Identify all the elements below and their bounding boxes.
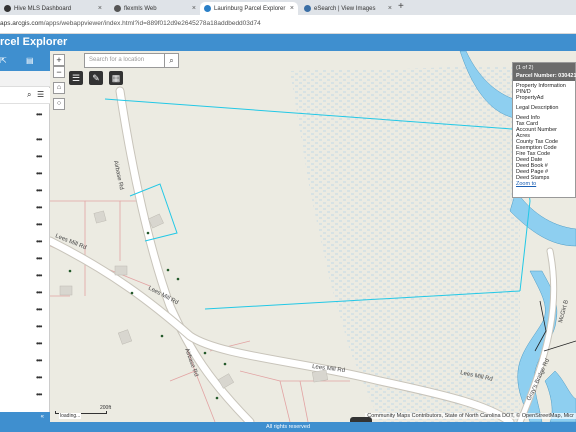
map-view[interactable]: Airbase Rd Airbase Rd Lees Mill Rd Lees … <box>50 51 576 422</box>
url-text[interactable]: aps.arcgis.com/apps/webappviewer/index.h… <box>0 20 261 27</box>
layer-panel: ⇱ ▤ ⌕ ☰ ••• ••• ••• ••• ••• ••• ••• ••• … <box>0 51 50 422</box>
panel-toolbar: ⇱ ▤ <box>0 51 50 71</box>
site-icon <box>114 5 121 12</box>
locate-icon: ○ <box>56 100 62 107</box>
tab-label: eSearch | View Images <box>314 5 376 12</box>
pencil-icon: ✎ <box>92 73 100 83</box>
draw-button[interactable]: ✎ <box>89 71 103 85</box>
panel-subheader <box>0 71 50 87</box>
search-icon: ⌕ <box>169 56 174 65</box>
parcel-lines <box>50 200 350 422</box>
close-icon[interactable]: × <box>95 5 102 12</box>
road-label-airbase-upper: Airbase Rd <box>112 160 124 190</box>
menu-icon[interactable]: ☰ <box>37 90 44 99</box>
layer-options-icon[interactable]: ••• <box>36 340 42 348</box>
close-icon[interactable]: × <box>287 5 294 12</box>
url-path: /apps/webappviewer/index.html?id=889f012… <box>43 20 261 27</box>
site-icon <box>204 5 211 12</box>
popup-header: (1 of 2) Parcel Number: 030421 0 <box>513 63 576 81</box>
zoom-in-button[interactable]: + <box>53 54 65 66</box>
tab-label: Laurinburg Parcel Explorer <box>214 5 286 12</box>
search-icon[interactable]: ⌕ <box>27 90 31 100</box>
layer-options-icon[interactable]: ••• <box>36 187 42 195</box>
layer-options-icon[interactable]: ••• <box>36 357 42 365</box>
tab-label: flexmls Web <box>124 5 157 12</box>
tab-parcel-explorer[interactable]: Laurinburg Parcel Explorer × <box>200 2 298 15</box>
app-title: rcel Explorer <box>0 36 68 48</box>
home-button[interactable]: ⌂ <box>53 82 65 94</box>
collapse-panel-button[interactable]: « <box>0 412 50 422</box>
layer-options-icon[interactable]: ••• <box>36 306 42 314</box>
road-label-mcgirt: McGirt B <box>558 299 570 323</box>
app-header: rcel Explorer <box>0 34 576 51</box>
url-host: aps.arcgis.com <box>0 20 44 27</box>
map-canvas[interactable]: Airbase Rd Airbase Rd Lees Mill Rd Lees … <box>50 51 576 422</box>
layer-options-icon[interactable]: ••• <box>36 323 42 331</box>
layer-options-icon[interactable]: ••• <box>36 221 42 229</box>
layer-options-icon[interactable]: ••• <box>36 153 42 161</box>
layer-options-icon[interactable]: ••• <box>36 136 42 144</box>
layer-options-icon[interactable]: ••• <box>36 255 42 263</box>
home-icon: ⌂ <box>56 84 62 91</box>
share-icon[interactable]: ⇱ <box>0 56 7 65</box>
list-icon: ☰ <box>71 73 81 83</box>
basemap-button[interactable]: ▦ <box>109 71 123 85</box>
zoom-to-link[interactable]: Zoom to <box>516 181 572 187</box>
map-attribution: Community Maps Contributors, State of No… <box>365 413 576 419</box>
footer-bar: All rights reserved <box>0 422 576 432</box>
layer-options-icon[interactable]: ••• <box>36 289 42 297</box>
layer-options-icon[interactable]: ••• <box>36 238 42 246</box>
grid-icon: ▦ <box>111 73 121 83</box>
tab-label: Hive MLS Dashboard <box>14 5 72 12</box>
close-icon[interactable]: × <box>189 5 196 12</box>
site-icon <box>304 5 311 12</box>
layer-list-button[interactable]: ☰ <box>69 71 83 85</box>
tab-flexmls[interactable]: flexmls Web × <box>110 2 200 15</box>
tab-esearch[interactable]: eSearch | View Images × <box>300 2 396 15</box>
document-icon[interactable]: ▤ <box>26 56 34 65</box>
popup-counter: (1 of 2) <box>516 65 534 71</box>
search-button[interactable]: ⌕ <box>164 53 179 68</box>
locate-button[interactable]: ○ <box>53 98 65 110</box>
layer-options-icon[interactable]: ••• <box>36 374 42 382</box>
site-icon <box>4 5 11 12</box>
tab-hive-mls[interactable]: Hive MLS Dashboard × <box>0 2 106 15</box>
popup-body: Property Information PIN/D PropertyAd Le… <box>513 81 575 187</box>
layer-options-icon[interactable]: ••• <box>36 170 42 178</box>
layer-options-icon[interactable]: ••• <box>36 391 42 399</box>
parcel-number: Parcel Number: 030421 0 <box>516 73 576 79</box>
loading-indicator: loading... <box>59 413 82 419</box>
layer-options-icon[interactable]: ••• <box>36 204 42 212</box>
parcel-popup[interactable]: (1 of 2) Parcel Number: 030421 0 Propert… <box>512 62 576 198</box>
layer-options-icon[interactable]: ••• <box>36 111 42 119</box>
browser-tab-bar: Hive MLS Dashboard × flexmls Web × Lauri… <box>0 0 576 15</box>
address-bar[interactable]: aps.arcgis.com/apps/webappviewer/index.h… <box>0 15 576 34</box>
layer-list-header: ⌕ ☰ <box>0 88 50 104</box>
zoom-out-button[interactable]: − <box>53 66 65 78</box>
new-tab-button[interactable]: + <box>398 1 404 12</box>
layer-options-icon[interactable]: ••• <box>36 272 42 280</box>
address-points <box>68 231 227 400</box>
close-icon[interactable]: × <box>385 5 392 12</box>
